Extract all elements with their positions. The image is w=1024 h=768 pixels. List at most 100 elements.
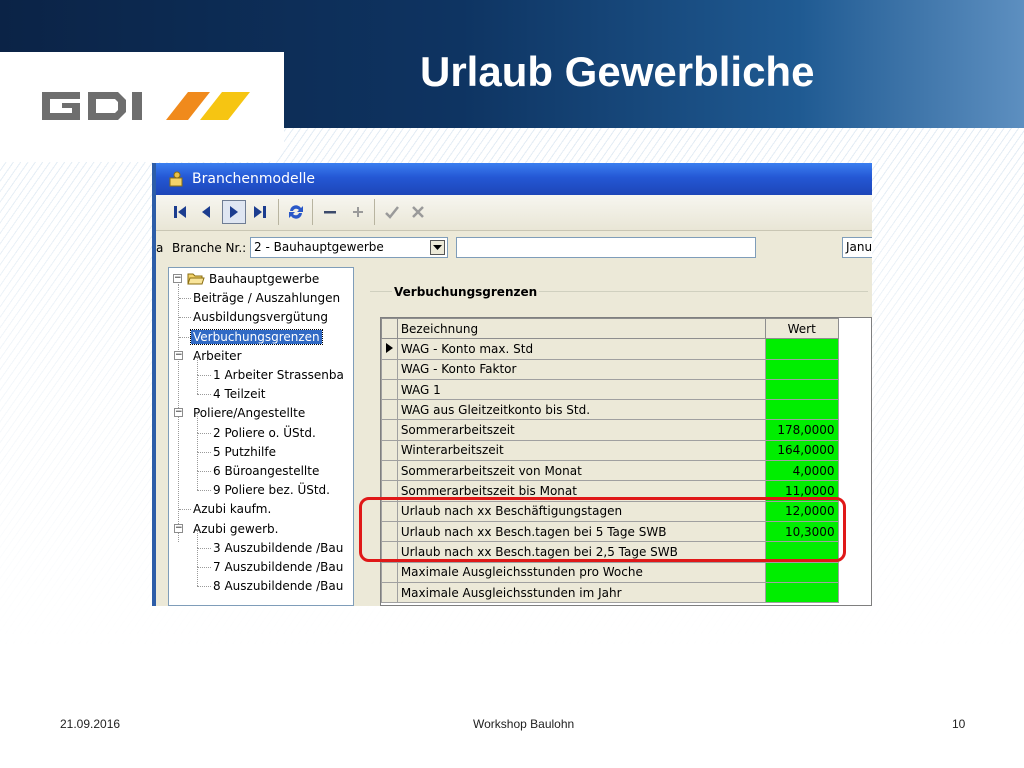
- cell-wert[interactable]: [764, 399, 839, 421]
- next-record-button[interactable]: [222, 200, 246, 224]
- tree-node[interactable]: Beiträge / Auszahlungen: [179, 289, 342, 308]
- logo-panel: [0, 52, 284, 162]
- table-row[interactable]: Sommerarbeitszeit bis Monat 11,0000: [381, 480, 871, 502]
- cell-wert[interactable]: 10,3000: [764, 520, 839, 543]
- month-field[interactable]: Janu: [842, 237, 872, 258]
- collapse-toggle[interactable]: −: [174, 408, 183, 418]
- filter-bar: a Branche Nr.: 2 - Bauhauptgewerbe Janu: [156, 231, 872, 261]
- cell-wert[interactable]: [764, 338, 839, 360]
- row-indicator[interactable]: [381, 439, 398, 462]
- tree-node[interactable]: 2 Poliere o. ÜStd.: [197, 413, 318, 443]
- tree-node[interactable]: Azubi kaufm.: [179, 500, 273, 519]
- tree-node[interactable]: 6 Büroangestellte: [197, 452, 321, 481]
- branche-select[interactable]: 2 - Bauhauptgewerbe: [250, 237, 448, 258]
- cell-wert[interactable]: [764, 358, 839, 380]
- table-row[interactable]: Maximale Ausgleichsstunden im Jahr: [381, 581, 871, 604]
- collapse-toggle[interactable]: −: [174, 350, 183, 360]
- tree-node[interactable]: 5 Putzhilfe: [197, 432, 278, 462]
- cell-bezeichnung[interactable]: WAG 1: [396, 378, 766, 401]
- cell-wert[interactable]: [764, 561, 839, 583]
- tree-connector: [197, 567, 211, 568]
- row-indicator[interactable]: [381, 338, 398, 360]
- tree-node[interactable]: 7 Auszubildende /Bau: [197, 548, 345, 577]
- cell-bezeichnung[interactable]: Urlaub nach xx Besch.tagen bei 5 Tage SW…: [396, 520, 766, 543]
- row-indicator[interactable]: [381, 520, 398, 543]
- table-row[interactable]: WAG - Konto Faktor: [381, 358, 871, 380]
- cell-wert[interactable]: [764, 378, 839, 401]
- cell-bezeichnung[interactable]: WAG - Konto max. Std: [396, 338, 766, 360]
- row-indicator[interactable]: [381, 561, 398, 583]
- cell-bezeichnung[interactable]: WAG aus Gleitzeitkonto bis Std.: [396, 399, 766, 421]
- cell-bezeichnung[interactable]: Maximale Ausgleichsstunden im Jahr: [396, 581, 766, 604]
- table-row[interactable]: Urlaub nach xx Besch.tagen bei 2,5 Tage …: [381, 541, 871, 563]
- table-row[interactable]: WAG - Konto max. Std: [381, 338, 871, 360]
- confirm-button[interactable]: [380, 200, 404, 224]
- table-row[interactable]: Urlaub nach xx Besch.tagen bei 5 Tage SW…: [381, 520, 871, 543]
- tree-node[interactable]: 1 Arbeiter Strassenba: [197, 356, 346, 385]
- dropdown-button[interactable]: [430, 240, 445, 255]
- cell-wert[interactable]: 178,0000: [764, 419, 839, 441]
- cancel-button[interactable]: [406, 200, 430, 224]
- grid-empty-cell: [838, 460, 871, 481]
- tree-node-label: Arbeiter: [193, 348, 242, 363]
- tree-node[interactable]: 4 Teilzeit: [197, 375, 268, 404]
- tree-connector: [197, 451, 211, 453]
- row-indicator[interactable]: [381, 541, 398, 563]
- tree-node[interactable]: Ausbildungsvergütung: [179, 308, 330, 327]
- grid-empty-cell: [838, 541, 871, 563]
- cell-wert[interactable]: 11,0000: [764, 480, 839, 502]
- table-row[interactable]: WAG aus Gleitzeitkonto bis Std.: [381, 399, 871, 421]
- folder-open-icon: [187, 273, 205, 285]
- tree-node[interactable]: 9 Poliere bez. ÜStd.: [197, 471, 332, 500]
- cell-bezeichnung[interactable]: Sommerarbeitszeit: [396, 419, 766, 441]
- row-indicator[interactable]: [381, 480, 398, 502]
- row-indicator[interactable]: [381, 581, 398, 604]
- tree-node[interactable]: − Poliere/Angestellte: [174, 404, 307, 423]
- tree-node[interactable]: 8 Auszubildende /Bau: [197, 567, 345, 596]
- cell-wert[interactable]: 12,0000: [764, 500, 839, 522]
- cell-wert[interactable]: 164,0000: [764, 439, 839, 462]
- cell-wert[interactable]: [764, 581, 839, 604]
- table-row[interactable]: Sommerarbeitszeit 178,0000: [381, 419, 871, 441]
- tree-connector: [197, 432, 211, 434]
- cell-wert[interactable]: 4,0000: [764, 460, 839, 482]
- cell-bezeichnung[interactable]: Urlaub nach xx Besch.tagen bei 2,5 Tage …: [396, 541, 766, 563]
- column-header-bezeichnung[interactable]: Bezeichnung: [396, 318, 766, 340]
- row-indicator[interactable]: [381, 378, 398, 401]
- refresh-button[interactable]: [284, 200, 308, 224]
- delete-record-button[interactable]: [318, 200, 342, 224]
- previous-record-button[interactable]: [194, 200, 218, 224]
- collapse-toggle[interactable]: −: [173, 274, 182, 283]
- cell-bezeichnung[interactable]: Urlaub nach xx Beschäftigungstagen: [396, 500, 766, 522]
- tree-node[interactable]: 3 Auszubildende /Bau: [197, 528, 345, 558]
- row-indicator[interactable]: [381, 500, 398, 522]
- branche-name-field[interactable]: [456, 237, 756, 258]
- cell-bezeichnung[interactable]: Sommerarbeitszeit von Monat: [396, 460, 766, 482]
- cell-bezeichnung[interactable]: Sommerarbeitszeit bis Monat: [396, 480, 766, 502]
- first-record-button[interactable]: [168, 200, 192, 224]
- table-row[interactable]: Urlaub nach xx Beschäftigungstagen 12,000…: [381, 500, 871, 522]
- column-header-wert[interactable]: Wert: [764, 318, 839, 340]
- cell-bezeichnung[interactable]: Maximale Ausgleichsstunden pro Woche: [396, 561, 766, 583]
- row-indicator[interactable]: [381, 399, 398, 421]
- row-indicator[interactable]: [381, 358, 398, 380]
- tree-node[interactable]: − Azubi gewerb.: [174, 520, 280, 539]
- tree-node[interactable]: − Arbeiter: [174, 347, 244, 366]
- tree-node[interactable]: Verbuchungsgrenzen: [179, 328, 323, 347]
- row-indicator[interactable]: [381, 460, 398, 482]
- cell-wert[interactable]: [764, 541, 839, 563]
- table-row[interactable]: WAG 1: [381, 378, 871, 401]
- next-record-icon: [230, 206, 238, 218]
- window-titlebar[interactable]: Branchenmodelle: [156, 163, 872, 195]
- cell-bezeichnung[interactable]: WAG - Konto Faktor: [396, 358, 766, 380]
- last-record-button[interactable]: [248, 200, 272, 224]
- table-row[interactable]: Sommerarbeitszeit von Monat 4,0000: [381, 460, 871, 482]
- add-record-button[interactable]: [346, 200, 370, 224]
- collapse-toggle[interactable]: −: [174, 523, 183, 533]
- category-tree[interactable]: − Bauhauptgewerbe Beiträge / Auszahlungen A…: [168, 267, 354, 606]
- table-row[interactable]: Winterarbeitszeit 164,0000: [381, 439, 871, 462]
- row-indicator[interactable]: [381, 419, 398, 441]
- cell-bezeichnung[interactable]: Winterarbeitszeit: [396, 439, 766, 462]
- table-row[interactable]: Maximale Ausgleichsstunden pro Woche: [381, 561, 871, 583]
- grid-empty-cell: [838, 440, 871, 461]
